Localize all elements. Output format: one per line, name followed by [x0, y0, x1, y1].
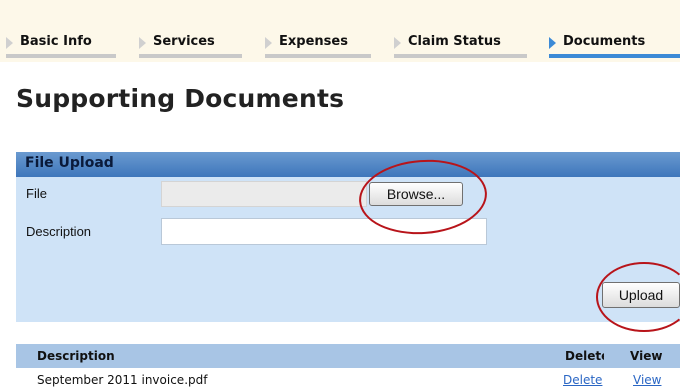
delete-link[interactable]: Delete — [563, 373, 602, 387]
tab-arrow-icon — [139, 37, 146, 49]
tab-label: Claim Status — [408, 34, 501, 49]
file-label: File — [26, 186, 47, 201]
tab-label: Basic Info — [20, 34, 92, 49]
description-input[interactable] — [161, 218, 487, 245]
tab-arrow-icon — [549, 37, 556, 49]
file-upload-panel: File Upload File Browse... Description U… — [16, 152, 680, 322]
tab-services[interactable]: Services — [139, 31, 242, 58]
tab-basic-info[interactable]: Basic Info — [6, 31, 116, 58]
tab-label: Documents — [563, 34, 646, 49]
column-view: View — [630, 349, 663, 363]
file-path-field[interactable] — [161, 181, 367, 207]
description-label: Description — [26, 224, 92, 239]
tab-bar: Basic Info Services Expenses Claim Statu… — [0, 0, 680, 62]
view-link[interactable]: View — [633, 373, 661, 387]
tab-label: Expenses — [279, 34, 348, 49]
documents-table-header: Description Delete View — [16, 344, 680, 368]
tab-arrow-icon — [394, 37, 401, 49]
tab-arrow-icon — [265, 37, 272, 49]
column-description: Description — [37, 349, 115, 363]
tab-documents[interactable]: Documents — [549, 31, 680, 58]
page-title: Supporting Documents — [16, 84, 345, 113]
tab-arrow-icon — [6, 37, 13, 49]
column-delete: Delete — [565, 349, 604, 363]
document-description: September 2011 invoice.pdf — [37, 373, 208, 387]
tab-expenses[interactable]: Expenses — [265, 31, 371, 58]
table-row: September 2011 invoice.pdf Delete View — [16, 370, 680, 391]
file-upload-header: File Upload — [16, 152, 680, 177]
browse-button[interactable]: Browse... — [369, 182, 463, 206]
upload-button[interactable]: Upload — [602, 282, 680, 308]
tab-claim-status[interactable]: Claim Status — [394, 31, 527, 58]
file-upload-title: File Upload — [25, 155, 114, 171]
tab-label: Services — [153, 34, 215, 49]
